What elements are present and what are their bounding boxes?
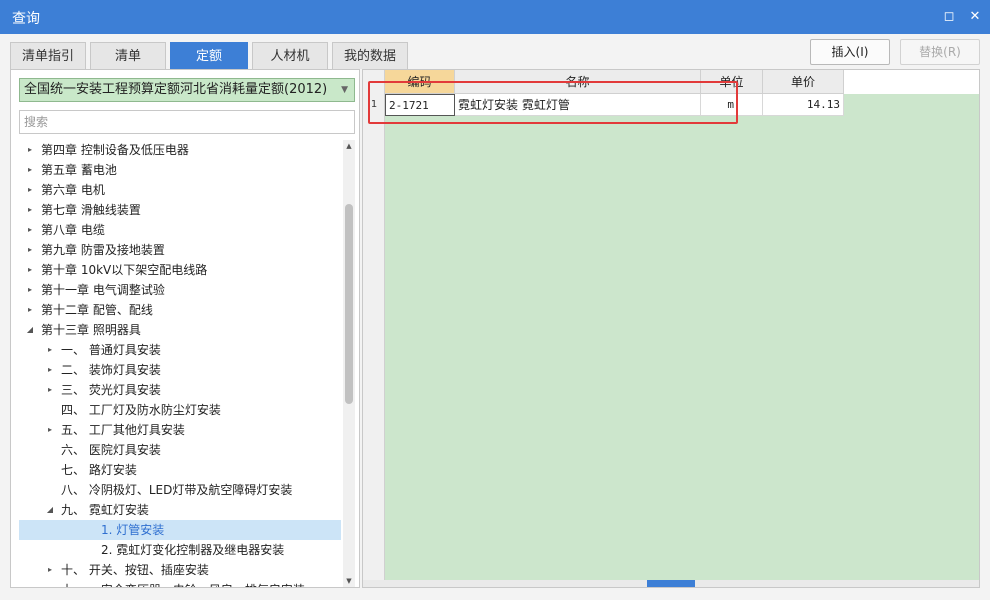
- scrollbar-thumb[interactable]: [647, 580, 695, 587]
- scroll-up-icon[interactable]: ▲: [343, 140, 355, 152]
- expand-arrow-icon[interactable]: ▸: [45, 380, 55, 400]
- tree-item-label: 第八章 电缆: [41, 223, 105, 237]
- expand-arrow-icon[interactable]: ▸: [25, 180, 35, 200]
- tree-item[interactable]: ▸ 第四章 控制设备及低压电器: [19, 140, 341, 160]
- tab-list[interactable]: 清单: [90, 42, 166, 69]
- cell-price[interactable]: 14.13: [763, 94, 844, 116]
- tree-item[interactable]: ▸ 第五章 蓄电池: [19, 160, 341, 180]
- results-grid: 编码 名称 单位 单价 1 2-1721 霓虹灯安装 霓虹灯管 m 14.13: [362, 69, 980, 588]
- expand-arrow-icon[interactable]: ▸: [25, 200, 35, 220]
- tree-item[interactable]: ▸ 三、 荧光灯具安装: [19, 380, 341, 400]
- replace-button[interactable]: 替换(R): [900, 39, 980, 65]
- window-title: 查询: [12, 11, 40, 27]
- title-bar: 查询 ◻ ✕: [0, 0, 990, 34]
- tree-item-label: 三、 荧光灯具安装: [61, 383, 161, 397]
- tree-item[interactable]: ▸ 第十二章 配管、配线: [19, 300, 341, 320]
- tree-item[interactable]: ◢ 第十三章 照明器具: [19, 320, 341, 340]
- expand-arrow-icon[interactable]: ▸: [25, 300, 35, 320]
- search-input[interactable]: [19, 110, 355, 134]
- tab-quota[interactable]: 定额: [170, 42, 248, 69]
- tree-item-label: 第四章 控制设备及低压电器: [41, 143, 189, 157]
- expand-arrow-icon[interactable]: ▸: [45, 420, 55, 440]
- tab-labor-materials[interactable]: 人材机: [252, 42, 328, 69]
- tree-item[interactable]: ▸ 第八章 电缆: [19, 220, 341, 240]
- expand-arrow-icon[interactable]: ▸: [25, 240, 35, 260]
- expand-arrow-icon[interactable]: ▸: [45, 560, 55, 580]
- tree-item-label: 第七章 滑触线装置: [41, 203, 141, 217]
- expand-arrow-icon[interactable]: ▸: [25, 140, 35, 160]
- tree-item[interactable]: ▸ 十一、 安全变压器、电铃、风扇、排气扇安装: [19, 580, 341, 587]
- tree-item[interactable]: ▸ 第六章 电机: [19, 180, 341, 200]
- column-header-price[interactable]: 单价: [763, 70, 844, 94]
- tab-list-guide[interactable]: 清单指引: [10, 42, 86, 69]
- tree-item-label: 九、 霓虹灯安装: [61, 503, 149, 517]
- tree-item-label: 第六章 电机: [41, 183, 105, 197]
- tree-item[interactable]: 六、 医院灯具安装: [19, 440, 341, 460]
- tree-item-label: 十、 开关、按钮、插座安装: [61, 563, 209, 577]
- expand-arrow-icon[interactable]: ▸: [45, 580, 55, 587]
- tree-item[interactable]: 1. 灯管安装: [19, 520, 341, 540]
- cell-code[interactable]: 2-1721: [385, 94, 455, 116]
- expand-arrow-icon[interactable]: ▸: [25, 260, 35, 280]
- insert-button[interactable]: 插入(I): [810, 39, 890, 65]
- tree-item[interactable]: 四、 工厂灯及防水防尘灯安装: [19, 400, 341, 420]
- scroll-down-icon[interactable]: ▼: [343, 575, 355, 587]
- cell-name[interactable]: 霓虹灯安装 霓虹灯管: [455, 94, 701, 116]
- row-header-gutter: [363, 70, 385, 580]
- row-number[interactable]: 1: [363, 94, 385, 116]
- tree-item-label: 十一、 安全变压器、电铃、风扇、排气扇安装: [61, 580, 305, 587]
- close-icon[interactable]: ✕: [966, 8, 984, 26]
- tree-item[interactable]: ▸ 十、 开关、按钮、插座安装: [19, 560, 341, 580]
- collapse-arrow-icon[interactable]: ◢: [25, 320, 35, 340]
- collapse-arrow-icon[interactable]: ◢: [45, 500, 55, 520]
- tree-item[interactable]: ▸ 第九章 防雷及接地装置: [19, 240, 341, 260]
- tree-item-label: 2. 霓虹灯变化控制器及继电器安装: [101, 543, 285, 557]
- tree-item-label: 第九章 防雷及接地装置: [41, 243, 165, 257]
- tree-item[interactable]: 2. 霓虹灯变化控制器及继电器安装: [19, 540, 341, 560]
- cell-unit[interactable]: m: [701, 94, 763, 116]
- tree-item-label: 第十章 10kV以下架空配电线路: [41, 263, 208, 277]
- tree-item[interactable]: 八、 冷阴极灯、LED灯带及航空障碍灯安装: [19, 480, 341, 500]
- tree-item[interactable]: 七、 路灯安装: [19, 460, 341, 480]
- column-header-unit[interactable]: 单位: [701, 70, 763, 94]
- tree-item-label: 七、 路灯安装: [61, 463, 137, 477]
- restore-icon[interactable]: ◻: [940, 8, 958, 26]
- quota-library-select[interactable]: 全国统一安装工程预算定额河北省消耗量定额(2012) ▼: [19, 78, 355, 102]
- tree-item-label: 五、 工厂其他灯具安装: [61, 423, 185, 437]
- tree-item[interactable]: ▸ 一、 普通灯具安装: [19, 340, 341, 360]
- expand-arrow-icon[interactable]: ▸: [45, 340, 55, 360]
- tree-item[interactable]: ▸ 第十一章 电气调整试验: [19, 280, 341, 300]
- tree-item-label: 第五章 蓄电池: [41, 163, 117, 177]
- tab-my-data[interactable]: 我的数据: [332, 42, 408, 69]
- tree-item[interactable]: ◢ 九、 霓虹灯安装: [19, 500, 341, 520]
- grid-empty-area: [385, 94, 979, 580]
- column-header-code[interactable]: 编码: [385, 70, 455, 94]
- tree-item-label: 八、 冷阴极灯、LED灯带及航空障碍灯安装: [61, 483, 293, 497]
- quota-tree-panel: 全国统一安装工程预算定额河北省消耗量定额(2012) ▼ ▸ 第四章 控制设备及低…: [10, 69, 360, 588]
- quota-tree: ▸ 第四章 控制设备及低压电器 ▸ 第五章 蓄电池 ▸ 第六章 电机 ▸ 第七章 滑触线装置 ▸…: [19, 140, 341, 587]
- tree-item-label: 二、 装饰灯具安装: [61, 363, 161, 377]
- scrollbar-thumb[interactable]: [345, 204, 353, 404]
- tree-item-label: 第十一章 电气调整试验: [41, 283, 165, 297]
- tree-item-label: 第十二章 配管、配线: [41, 303, 153, 317]
- expand-arrow-icon[interactable]: ▸: [25, 160, 35, 180]
- tree-item-label: 六、 医院灯具安装: [61, 443, 161, 457]
- column-header-name[interactable]: 名称: [455, 70, 701, 94]
- tree-item[interactable]: ▸ 第七章 滑触线装置: [19, 200, 341, 220]
- tree-item[interactable]: ▸ 第十章 10kV以下架空配电线路: [19, 260, 341, 280]
- tree-item-label: 一、 普通灯具安装: [61, 343, 161, 357]
- tree-item[interactable]: ▸ 五、 工厂其他灯具安装: [19, 420, 341, 440]
- grid-horizontal-scrollbar[interactable]: [363, 580, 979, 587]
- expand-arrow-icon[interactable]: ▸: [25, 220, 35, 240]
- expand-arrow-icon[interactable]: ▸: [45, 360, 55, 380]
- quota-library-value: 全国统一安装工程预算定额河北省消耗量定额(2012): [24, 82, 328, 97]
- tree-scrollbar[interactable]: ▲ ▼: [343, 140, 355, 587]
- tree-item-label: 四、 工厂灯及防水防尘灯安装: [61, 403, 221, 417]
- chevron-down-icon: ▼: [341, 85, 348, 95]
- tree-item-label: 1. 灯管安装: [101, 523, 165, 537]
- tree-item-label: 第十三章 照明器具: [41, 323, 141, 337]
- expand-arrow-icon[interactable]: ▸: [25, 280, 35, 300]
- tree-item[interactable]: ▸ 二、 装饰灯具安装: [19, 360, 341, 380]
